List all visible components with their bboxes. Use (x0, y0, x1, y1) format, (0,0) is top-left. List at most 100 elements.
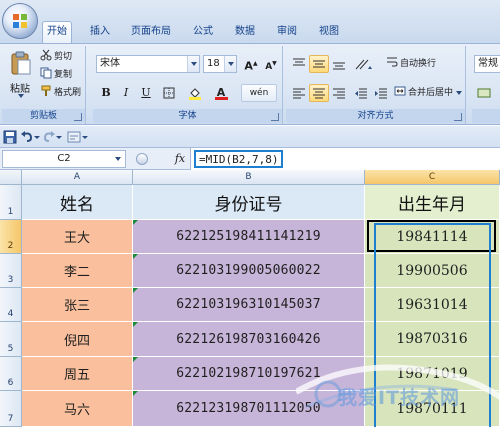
qat-customize-dropdown-icon[interactable] (82, 130, 90, 144)
borders-button[interactable] (159, 84, 179, 102)
font-dialog-launcher-icon[interactable] (271, 113, 279, 121)
paste-button[interactable]: 粘贴 (6, 48, 36, 106)
tab-page-layout[interactable]: 页面布局 (127, 22, 175, 42)
tab-insert[interactable]: 插入 (86, 22, 114, 42)
shrink-font-button[interactable]: A▼ (261, 55, 281, 73)
bold-button[interactable]: B (96, 84, 116, 102)
alignment-group-label: 对齐方式 (286, 109, 465, 123)
format-painter-icon (41, 85, 51, 96)
increase-indent-button[interactable] (371, 84, 391, 102)
align-middle-button[interactable] (309, 55, 329, 73)
cell-name[interactable]: 李二 (22, 254, 133, 288)
cell-id[interactable]: 622102198710197621 (133, 357, 365, 391)
cell-id[interactable]: 622123198701112050 (133, 391, 365, 427)
tab-formulas[interactable]: 公式 (189, 22, 217, 42)
row-header-5[interactable]: 5 (0, 322, 22, 357)
name-box[interactable]: C2 (2, 150, 126, 168)
ribbon-tab-row: 开始 插入 页面布局 公式 数据 审阅 视图 (0, 0, 500, 43)
cell-id[interactable]: 622125198411141219 (133, 220, 365, 254)
chevron-down-icon (187, 56, 199, 72)
copy-label: 复制 (54, 70, 73, 80)
align-middle-icon (313, 60, 325, 68)
wrap-text-icon (387, 57, 398, 67)
office-button[interactable] (2, 3, 38, 39)
row-header-3[interactable]: 3 (0, 254, 22, 288)
merge-center-button[interactable]: 合并后居中 (394, 85, 463, 101)
copy-button[interactable]: 复制 (40, 67, 72, 83)
decrease-indent-icon (355, 88, 367, 99)
orientation-button[interactable] (351, 55, 377, 73)
row-header-2[interactable]: 2 (0, 220, 22, 254)
cell-id[interactable]: 622126198703160426 (133, 322, 365, 357)
clipboard-dialog-launcher-icon[interactable] (74, 113, 82, 121)
wrap-text-button[interactable]: 自动换行 (386, 56, 436, 72)
row-header-1[interactable]: 1 (0, 185, 22, 220)
tab-review[interactable]: 审阅 (273, 22, 301, 42)
row-number: 4 (7, 309, 14, 319)
column-header-c[interactable]: C (365, 170, 500, 185)
font-name-select[interactable]: 宋体 (96, 55, 200, 73)
align-center-button[interactable] (309, 84, 329, 102)
clipboard-group: 粘贴 剪切 复制 格式刷 剪贴板 (2, 46, 86, 124)
align-right-button[interactable] (329, 84, 349, 102)
borders-icon (163, 87, 175, 99)
formula-input[interactable]: =MID(B2,7,8) (190, 148, 500, 170)
align-bottom-button[interactable] (329, 55, 349, 73)
undo-icon[interactable] (20, 130, 34, 144)
cut-button[interactable]: 剪切 (40, 49, 72, 65)
insert-function-button[interactable]: fx (170, 150, 190, 168)
customize-icon[interactable] (67, 130, 81, 144)
row-header-6[interactable]: 6 (0, 357, 22, 391)
quick-access-toolbar (0, 126, 500, 148)
grow-font-button[interactable]: A▲ (241, 55, 261, 73)
row-header-4[interactable]: 4 (0, 288, 22, 322)
copy-icon (40, 67, 52, 79)
align-left-icon (293, 88, 305, 99)
tab-home[interactable]: 开始 (42, 21, 72, 43)
header-cell-birth[interactable]: 出生年月 (365, 185, 500, 220)
font-color-button[interactable]: A (211, 84, 231, 102)
underline-button[interactable]: U (136, 84, 156, 102)
undo-dropdown-icon[interactable] (34, 130, 40, 144)
redo-icon[interactable] (42, 130, 56, 144)
increase-indent-icon (375, 88, 387, 99)
accounting-format-button[interactable] (474, 84, 494, 102)
number-group: 常规 (472, 46, 500, 124)
cell-id[interactable]: 622103196310145037 (133, 288, 365, 322)
merge-cells-icon (394, 86, 406, 96)
cell-name[interactable]: 周五 (22, 357, 133, 391)
cell-id[interactable]: 622103199005060022 (133, 254, 365, 288)
cell-id-value: 622123198701112050 (176, 401, 321, 416)
font-size-select[interactable]: 18 (203, 55, 237, 73)
cell-name[interactable]: 张三 (22, 288, 133, 322)
ribbon: 粘贴 剪切 复制 格式刷 剪贴板 宋体 18 A▲ A▼ B I U A wén… (0, 43, 500, 125)
alignment-dialog-launcher-icon[interactable] (454, 113, 462, 121)
fill-color-button[interactable] (185, 84, 205, 102)
number-format-select[interactable]: 常规 (474, 55, 500, 73)
column-header-b[interactable]: B (133, 170, 365, 185)
column-header-a[interactable]: A (22, 170, 133, 185)
header-cell-name[interactable]: 姓名 (22, 185, 133, 220)
cell-name[interactable]: 马六 (22, 391, 133, 427)
select-all-corner[interactable] (0, 170, 22, 185)
wrap-text-label: 自动换行 (400, 59, 437, 69)
save-icon[interactable] (3, 130, 17, 144)
cell-name[interactable]: 倪四 (22, 322, 133, 357)
italic-button[interactable]: I (116, 84, 136, 102)
redo-dropdown-icon[interactable] (56, 130, 62, 144)
formula-bar-handle-icon[interactable] (136, 153, 148, 165)
chevron-down-icon (113, 152, 124, 166)
format-painter-button[interactable]: 格式刷 (40, 85, 81, 101)
tab-data[interactable]: 数据 (231, 22, 259, 42)
error-indicator-icon (133, 220, 138, 225)
phonetic-guide-button[interactable]: wén (241, 84, 277, 102)
row-number: 6 (7, 378, 14, 388)
tab-view[interactable]: 视图 (315, 22, 343, 42)
row-header-7[interactable]: 7 (0, 391, 22, 427)
clipboard-group-label: 剪贴板 (2, 109, 85, 123)
align-left-button[interactable] (289, 84, 309, 102)
header-cell-id[interactable]: 身份证号 (133, 185, 365, 220)
decrease-indent-button[interactable] (351, 84, 371, 102)
cell-name[interactable]: 王大 (22, 220, 133, 254)
align-top-button[interactable] (289, 55, 309, 73)
